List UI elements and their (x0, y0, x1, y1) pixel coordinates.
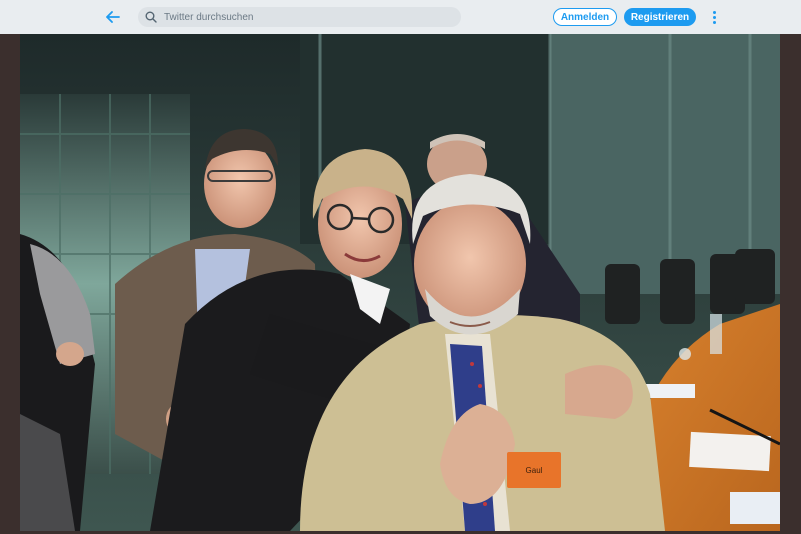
back-button[interactable] (103, 7, 123, 27)
name-badge-text: Gaul (526, 466, 543, 475)
arrow-left-icon (106, 11, 120, 23)
more-vertical-icon (712, 10, 716, 14)
name-badge: Gaul (507, 452, 561, 488)
login-button[interactable]: Anmelden (553, 8, 617, 26)
search-input[interactable] (162, 10, 446, 24)
more-menu-button[interactable] (708, 8, 720, 26)
register-button[interactable]: Registrieren (624, 8, 696, 26)
search-bar[interactable] (138, 7, 461, 27)
photo-illustration: Gaul (20, 34, 780, 531)
top-bar: Anmelden Registrieren (0, 0, 801, 35)
search-icon (145, 11, 157, 23)
tweet-photo[interactable]: Gaul (20, 34, 780, 531)
media-viewer: Gaul (0, 34, 801, 534)
